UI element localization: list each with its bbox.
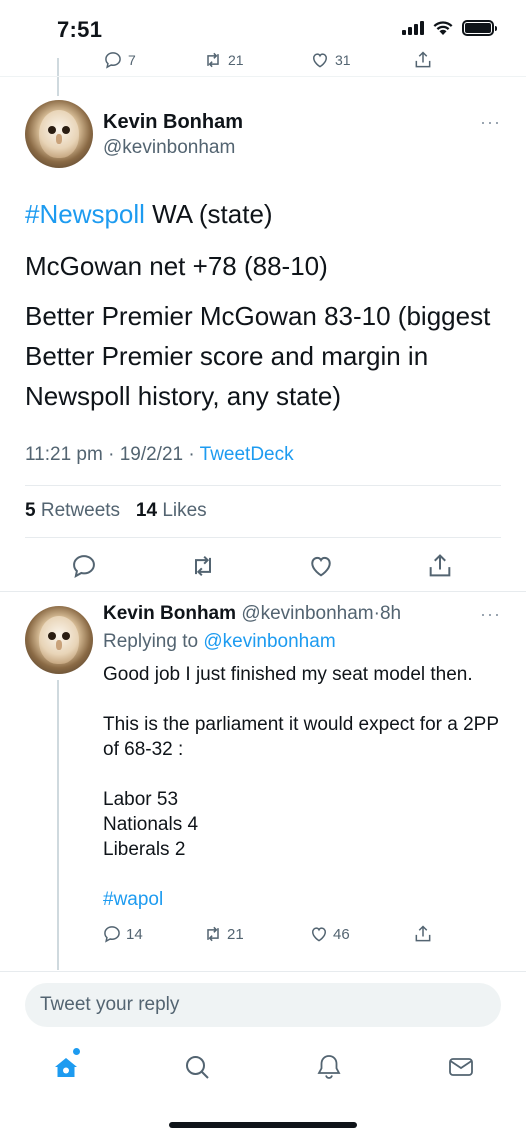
reply-icon[interactable]	[70, 552, 98, 580]
reply-input[interactable]	[40, 983, 480, 1027]
client-link[interactable]: TweetDeck	[200, 444, 294, 465]
prev-reply-count: 7	[128, 52, 136, 68]
retweet-label: Retweets	[40, 500, 121, 521]
tweet-text-line2: McGowan net +78 (88-10)	[25, 251, 328, 281]
notification-dot	[73, 1048, 80, 1055]
cellular-signal-icon	[402, 21, 424, 35]
home-icon[interactable]	[51, 1052, 81, 1082]
timestamp-text: 11:21 pm · 19/2/21 ·	[25, 444, 200, 465]
reply-author-handle[interactable]: @kevinbonham	[241, 603, 373, 624]
reply-icon	[104, 926, 120, 943]
more-options-button[interactable]: ···	[480, 112, 501, 133]
hashtag-wapol[interactable]: #wapol	[103, 887, 513, 912]
tab-bar	[0, 1040, 526, 1100]
tweet-text-line3: Better Premier McGowan 83-10 (biggest Be…	[25, 301, 491, 411]
reply-line: Liberals 2	[103, 839, 186, 860]
reply-like-button[interactable]: 46	[309, 924, 350, 944]
avatar[interactable]	[25, 100, 93, 168]
battery-icon	[462, 20, 497, 36]
tweet-text-line1-rest: WA (state)	[144, 199, 273, 229]
retweet-count: 5	[25, 500, 36, 521]
reply-composer[interactable]	[25, 983, 501, 1027]
retweet-icon	[207, 926, 219, 942]
previous-tweet-actions: 7 21 31	[0, 48, 526, 76]
notifications-icon[interactable]	[314, 1052, 344, 1082]
replying-to: Replying to @kevinbonham	[103, 631, 336, 653]
retweet-icon[interactable]	[189, 552, 217, 580]
tweet-stats: 5 Retweets 14 Likes	[25, 500, 207, 522]
reply-line: Labor 53	[103, 789, 179, 810]
divider	[0, 971, 526, 972]
tweet-actions	[0, 548, 526, 584]
prev-retweet-count: 21	[228, 52, 244, 68]
retweets-stat[interactable]: 5 Retweets	[25, 500, 120, 521]
like-icon	[312, 53, 328, 68]
status-time: 7:51	[57, 17, 103, 42]
reply-retweet-count: 21	[227, 925, 244, 943]
share-icon	[415, 925, 431, 942]
reply-actions: 14 21 46	[0, 924, 526, 948]
reply-share-button[interactable]	[413, 924, 433, 944]
divider	[25, 485, 501, 486]
reply-text: Good job I just finished my seat model t…	[103, 662, 513, 912]
retweet-icon	[207, 52, 219, 68]
reply-reply-button[interactable]: 14	[102, 924, 143, 944]
replying-prefix: Replying to	[103, 631, 204, 652]
reply-icon	[105, 52, 121, 69]
author-name[interactable]: Kevin Bonham	[103, 111, 243, 134]
prev-like-count: 31	[335, 52, 351, 68]
messages-icon[interactable]	[446, 1052, 476, 1082]
reply-line: Good job I just finished my seat model t…	[103, 664, 473, 685]
wifi-icon	[433, 21, 453, 35]
reply-reply-count: 14	[126, 925, 143, 943]
like-count: 14	[135, 500, 158, 521]
divider	[0, 76, 526, 77]
status-icons	[402, 20, 497, 36]
share-icon[interactable]	[426, 552, 454, 580]
like-icon[interactable]	[307, 552, 335, 580]
reply-author-name[interactable]: Kevin Bonham	[103, 603, 236, 624]
like-label: Likes	[162, 500, 207, 521]
reply-header: Kevin Bonham @kevinbonham·8h	[103, 603, 401, 625]
hashtag-newspoll[interactable]: #Newspoll	[25, 199, 145, 229]
reply-avatar[interactable]	[25, 606, 93, 674]
prev-share-button[interactable]	[413, 50, 433, 70]
replying-to-link[interactable]: @kevinbonham	[203, 631, 335, 652]
tweet-timestamp: 11:21 pm · 19/2/21 · TweetDeck	[25, 444, 294, 466]
share-icon	[415, 51, 431, 68]
reply-line: This is the parliament it would expect f…	[103, 714, 499, 760]
like-icon	[311, 927, 327, 942]
divider	[0, 591, 526, 592]
reply-like-count: 46	[333, 925, 350, 943]
prev-like-button[interactable]: 31	[310, 50, 351, 70]
likes-stat[interactable]: 14 Likes	[136, 500, 207, 521]
prev-retweet-button[interactable]: 21	[203, 50, 244, 70]
reply-retweet-button[interactable]: 21	[203, 924, 244, 944]
search-icon[interactable]	[182, 1052, 212, 1082]
home-indicator	[169, 1122, 357, 1128]
reply-time: 8h	[379, 603, 402, 624]
author-handle[interactable]: @kevinbonham	[103, 137, 235, 159]
reply-line: Nationals 4	[103, 814, 199, 835]
prev-reply-button[interactable]: 7	[103, 50, 136, 70]
divider	[25, 537, 501, 538]
reply-more-options-button[interactable]: ···	[480, 604, 501, 625]
tweet-text-line1: #Newspoll WA (state)	[25, 194, 505, 234]
